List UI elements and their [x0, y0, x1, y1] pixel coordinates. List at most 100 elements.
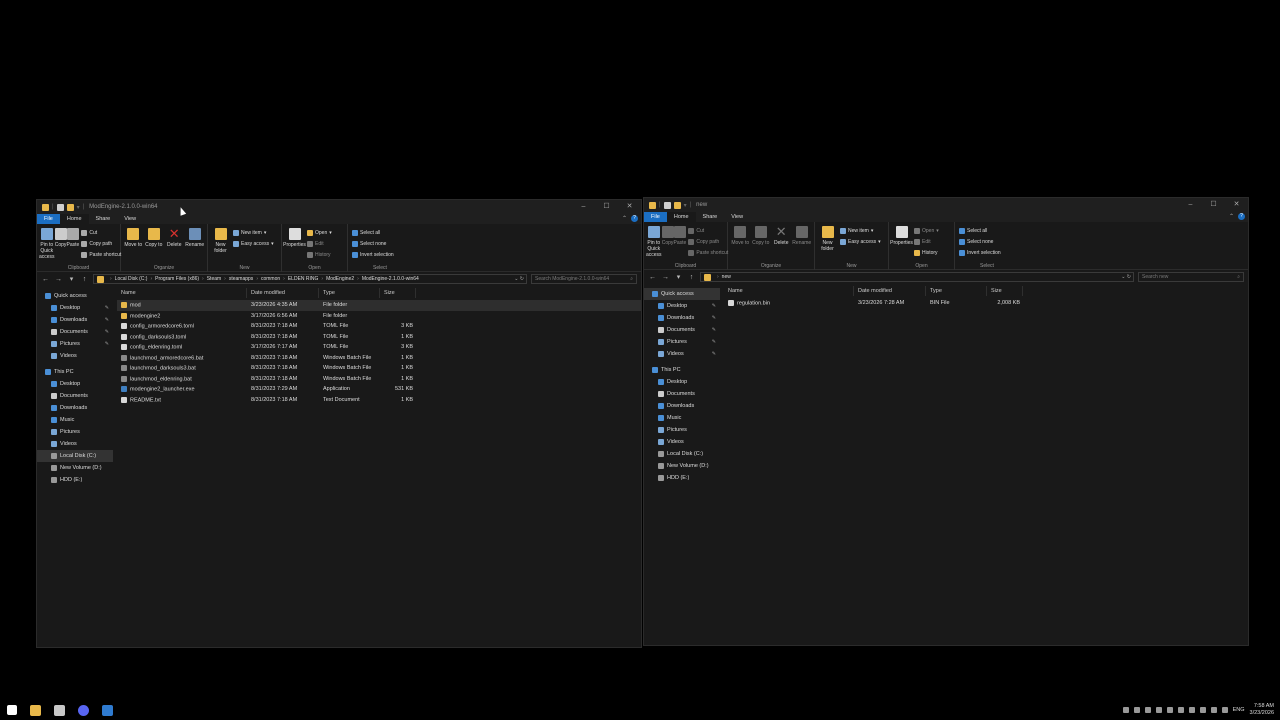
nav-pc-desktop[interactable]: Desktop — [644, 376, 720, 388]
chevron-down-icon[interactable]: ▾ — [684, 202, 687, 209]
nav-pc-videos[interactable]: Videos — [644, 436, 720, 448]
new-item-button[interactable]: New item ▾ — [840, 226, 881, 235]
back-arrow-icon[interactable]: ← — [41, 276, 50, 283]
refresh-icon[interactable]: ⌄ ↻ — [514, 275, 524, 283]
nav-local-disk-c[interactable]: Local Disk (C:) — [37, 450, 113, 462]
nav-quick-access[interactable]: Quick access — [644, 288, 720, 300]
column-date-modified[interactable]: Date modified — [854, 286, 926, 296]
edit-button[interactable]: Edit — [914, 237, 939, 246]
address-bar[interactable]: › new ⌄ ↻ — [700, 272, 1134, 282]
new-item-button[interactable]: New item ▾ — [233, 228, 274, 237]
nav-videos[interactable]: Videos ✎ — [644, 348, 720, 360]
nav-pc-downloads[interactable]: Downloads — [644, 400, 720, 412]
tray-app-icon[interactable] — [1177, 707, 1184, 713]
tray-app-icon[interactable] — [1166, 707, 1173, 713]
properties-icon[interactable] — [663, 201, 671, 209]
chevron-down-icon[interactable]: ▾ — [77, 204, 80, 211]
history-button[interactable]: History — [914, 248, 939, 257]
close-button[interactable]: ✕ — [1225, 198, 1248, 212]
start-icon[interactable] — [7, 705, 17, 715]
column-date-modified[interactable]: Date modified — [247, 288, 319, 298]
app-icon[interactable] — [102, 704, 113, 716]
breadcrumb-item[interactable]: ModEngine-2.1.0.0-win64 — [362, 276, 419, 282]
open-button[interactable]: Open ▾ — [914, 226, 939, 235]
breadcrumb-item[interactable]: Local Disk (C:) — [115, 276, 148, 282]
select-none-button[interactable]: Select none — [959, 237, 1001, 246]
nav-pc-downloads[interactable]: Downloads — [37, 402, 113, 414]
file-row[interactable]: config_darksouls3.toml 8/31/2023 7:18 AM T… — [117, 332, 641, 343]
nav-videos[interactable]: Videos — [37, 350, 113, 362]
minimize-button[interactable]: – — [572, 200, 595, 214]
nav-hdd-e[interactable]: HDD (E:) — [37, 474, 113, 486]
column-type[interactable]: Type — [926, 286, 987, 296]
column-size[interactable]: Size — [380, 288, 416, 298]
column-name[interactable]: Name — [117, 288, 247, 298]
nav-quick-access[interactable]: Quick access — [37, 290, 113, 302]
nav-this-pc[interactable]: This PC — [644, 364, 720, 376]
invert-selection-button[interactable]: Invert selection — [352, 250, 394, 259]
nav-hdd-e[interactable]: HDD (E:) — [644, 472, 720, 484]
network-icon[interactable] — [1199, 707, 1206, 713]
paste-shortcut-button[interactable]: Paste shortcut — [81, 250, 121, 259]
breadcrumb-item[interactable]: steamapps — [229, 276, 253, 282]
language-indicator[interactable]: ENG — [1233, 707, 1245, 713]
nav-pictures[interactable]: Pictures ✎ — [37, 338, 113, 350]
tab-share[interactable]: Share — [696, 212, 725, 222]
open-button[interactable]: Open ▾ — [307, 228, 332, 237]
tray-app-icon[interactable] — [1144, 707, 1151, 713]
breadcrumb-item[interactable]: Steam — [207, 276, 221, 282]
back-arrow-icon[interactable]: ← — [648, 274, 657, 281]
breadcrumb-item[interactable]: common — [261, 276, 280, 282]
tray-app-icon[interactable] — [1122, 707, 1129, 713]
nav-pc-documents[interactable]: Documents — [37, 390, 113, 402]
title-bar[interactable]: | ▾ | ModEngine-2.1.0.0-win64 – ☐ ✕ — [37, 200, 641, 214]
file-row[interactable]: README.txt 8/31/2023 7:18 AM Text Document… — [117, 395, 641, 406]
nav-this-pc[interactable]: This PC — [37, 366, 113, 378]
tab-home[interactable]: Home — [666, 212, 696, 222]
nav-new-volume-d[interactable]: New Volume (D:) — [37, 462, 113, 474]
collapse-ribbon-icon[interactable]: ⌃ — [1229, 213, 1234, 220]
nav-downloads[interactable]: Downloads ✎ — [37, 314, 113, 326]
file-row[interactable]: regulation.bin 3/23/2026 7:28 AM BIN File 2… — [724, 298, 1248, 309]
nav-pc-videos[interactable]: Videos — [37, 438, 113, 450]
cut-button[interactable]: Cut — [81, 228, 121, 237]
easy-access-button[interactable]: Easy access ▾ — [233, 239, 274, 248]
nav-new-volume-d[interactable]: New Volume (D:) — [644, 460, 720, 472]
file-row[interactable]: launchmod_darksouls3.bat 8/31/2023 7:18 A… — [117, 363, 641, 374]
paste-shortcut-button[interactable]: Paste shortcut — [688, 248, 728, 257]
breadcrumb-item[interactable]: Program Files (x86) — [155, 276, 199, 282]
nav-downloads[interactable]: Downloads ✎ — [644, 312, 720, 324]
tab-share[interactable]: Share — [89, 214, 118, 224]
minimize-button[interactable]: – — [1179, 198, 1202, 212]
discord-icon[interactable] — [78, 704, 89, 716]
select-all-button[interactable]: Select all — [959, 226, 1001, 235]
breadcrumb-item[interactable]: ELDEN RING — [288, 276, 319, 282]
title-bar[interactable]: | ▾ | new – ☐ ✕ — [644, 198, 1248, 212]
refresh-icon[interactable]: ⌄ ↻ — [1121, 273, 1131, 281]
nav-pc-music[interactable]: Music — [644, 412, 720, 424]
cut-button[interactable]: Cut — [688, 226, 728, 235]
column-type[interactable]: Type — [319, 288, 380, 298]
copy-path-button[interactable]: Copy path — [688, 237, 728, 246]
new-folder-icon[interactable] — [66, 203, 74, 211]
nav-pc-pictures[interactable]: Pictures — [644, 424, 720, 436]
maximize-button[interactable]: ☐ — [595, 200, 618, 214]
up-arrow-icon[interactable]: ↑ — [80, 276, 89, 283]
easy-access-button[interactable]: Easy access ▾ — [840, 237, 881, 246]
properties-icon[interactable] — [56, 203, 64, 211]
history-button[interactable]: History — [307, 250, 332, 259]
close-button[interactable]: ✕ — [618, 200, 641, 214]
clock[interactable]: 7:58 AM 3/23/2026 — [1250, 703, 1274, 717]
file-explorer-icon[interactable] — [30, 704, 41, 716]
recent-chevron-icon[interactable]: ▾ — [674, 273, 683, 281]
nav-pc-pictures[interactable]: Pictures — [37, 426, 113, 438]
tab-home[interactable]: Home — [59, 214, 89, 224]
select-none-button[interactable]: Select none — [352, 239, 394, 248]
tab-file[interactable]: File — [644, 212, 667, 222]
file-row[interactable]: launchmod_armoredcore6.bat 8/31/2023 7:18… — [117, 353, 641, 364]
breadcrumb-item[interactable]: new — [722, 274, 731, 280]
cloud-icon[interactable] — [1155, 707, 1162, 713]
nav-documents[interactable]: Documents ✎ — [37, 326, 113, 338]
nav-local-disk-c[interactable]: Local Disk (C:) — [644, 448, 720, 460]
steam-icon[interactable] — [1133, 707, 1140, 713]
